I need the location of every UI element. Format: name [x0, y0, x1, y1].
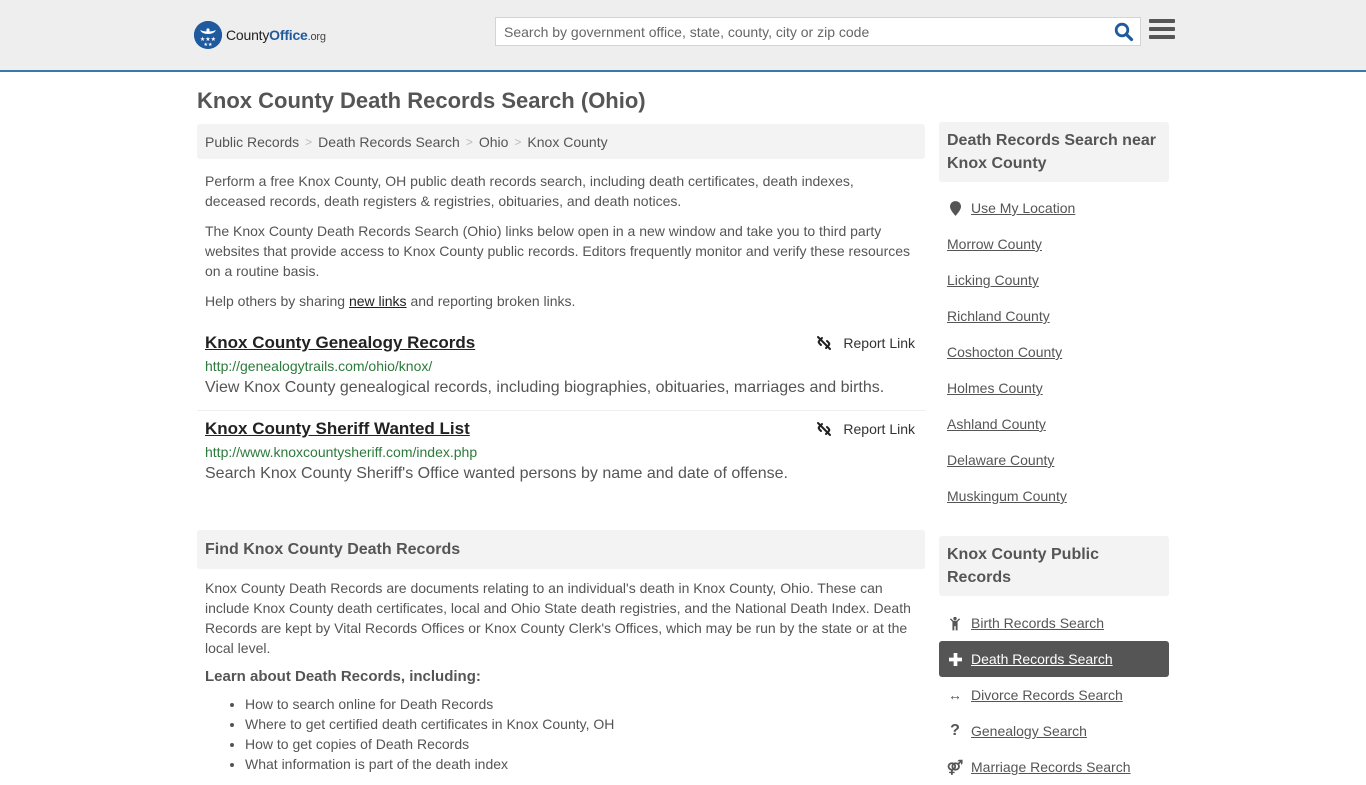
- sidebar-item-genealogy[interactable]: ? Genealogy Search: [939, 713, 1169, 749]
- search-input[interactable]: [496, 18, 1096, 45]
- report-link-button[interactable]: Report Link: [816, 421, 915, 437]
- sidebar-item-county[interactable]: Ashland County: [939, 406, 1169, 442]
- question-icon: ?: [950, 722, 960, 739]
- use-my-location-item[interactable]: Use My Location: [939, 190, 1169, 226]
- sidebar-item-marriage-records[interactable]: ⚤ Marriage Records Search: [939, 749, 1169, 785]
- page-title: Knox County Death Records Search (Ohio): [197, 88, 646, 113]
- logo-text: CountyOffice.org: [226, 27, 326, 43]
- breadcrumb-ohio[interactable]: Ohio: [479, 134, 509, 150]
- intro-paragraph-1: Perform a free Knox County, OH public de…: [205, 173, 854, 209]
- find-records-heading: Find Knox County Death Records: [197, 530, 925, 569]
- sidebar-nearby-heading: Death Records Search near Knox County: [939, 122, 1169, 182]
- record-item: Knox County Sheriff Wanted List http://w…: [197, 411, 925, 496]
- record-description: View Knox County genealogical records, i…: [205, 379, 885, 396]
- breadcrumb-separator: >: [465, 134, 473, 149]
- marriage-icon: ⚤: [946, 758, 964, 775]
- record-title-link[interactable]: Knox County Sheriff Wanted List: [205, 419, 470, 439]
- svg-text:★★: ★★: [204, 42, 213, 48]
- site-header: ★★★ ★★ CountyOffice.org: [0, 0, 1366, 72]
- logo-eagle-icon: ★★★ ★★: [194, 21, 222, 49]
- broken-link-icon: [817, 336, 832, 350]
- plus-icon: [947, 652, 963, 666]
- learn-list-item: Where to get certified death certificate…: [245, 714, 925, 734]
- search-box: [495, 17, 1141, 46]
- sidebar-item-death-records[interactable]: Death Records Search: [939, 641, 1169, 677]
- intro-text: Perform a free Knox County, OH public de…: [197, 171, 925, 311]
- learn-list-item: How to search online for Death Records: [245, 694, 925, 714]
- breadcrumb-death-records-search[interactable]: Death Records Search: [318, 134, 460, 150]
- breadcrumb-separator: >: [514, 134, 522, 149]
- hamburger-menu-icon[interactable]: [1149, 19, 1175, 43]
- sidebar-nearby: Death Records Search near Knox County Us…: [939, 122, 1169, 514]
- learn-list: How to search online for Death Records W…: [197, 694, 925, 774]
- sidebar-item-divorce-records[interactable]: ↔ Divorce Records Search: [939, 677, 1169, 713]
- learn-list-item: What information is part of the death in…: [245, 754, 925, 774]
- intro-paragraph-2: The Knox County Death Records Search (Oh…: [205, 223, 911, 279]
- sidebar-public-records-heading: Knox County Public Records: [939, 536, 1169, 596]
- breadcrumb: Public Records > Death Records Search > …: [197, 124, 925, 159]
- record-description: Search Knox County Sheriff's Office want…: [205, 465, 788, 482]
- child-icon: [947, 616, 963, 631]
- sidebar-item-county[interactable]: Holmes County: [939, 370, 1169, 406]
- breadcrumb-knox-county[interactable]: Knox County: [527, 134, 607, 150]
- sidebar-public-records: Knox County Public Records Birth Records…: [939, 536, 1169, 785]
- main-content: Public Records > Death Records Search > …: [197, 124, 925, 774]
- record-title-link[interactable]: Knox County Genealogy Records: [205, 333, 475, 353]
- record-url: http://genealogytrails.com/ohio/knox/: [205, 358, 433, 374]
- nearby-county-list: Use My Location Morrow County Licking Co…: [939, 190, 1169, 514]
- sidebar-item-county[interactable]: Coshocton County: [939, 334, 1169, 370]
- sidebar-item-birth-records[interactable]: Birth Records Search: [939, 605, 1169, 641]
- public-records-list: Birth Records Search Death Records Searc…: [939, 605, 1169, 785]
- sidebar-item-county[interactable]: Morrow County: [939, 226, 1169, 262]
- arrows-horizontal-icon: ↔: [948, 687, 962, 703]
- breadcrumb-separator: >: [305, 134, 313, 149]
- new-links-link[interactable]: new links: [349, 293, 407, 309]
- site-logo[interactable]: ★★★ ★★ CountyOffice.org: [194, 20, 326, 50]
- sidebar-item-county[interactable]: Richland County: [939, 298, 1169, 334]
- learn-heading: Learn about Death Records, including:: [205, 668, 481, 685]
- search-icon[interactable]: [1114, 22, 1134, 42]
- map-marker-icon: [947, 200, 963, 216]
- sidebar-item-county[interactable]: Licking County: [939, 262, 1169, 298]
- sidebar-item-county[interactable]: Muskingum County: [939, 478, 1169, 514]
- sidebar-item-county[interactable]: Delaware County: [939, 442, 1169, 478]
- intro-paragraph-3: Help others by sharing new links and rep…: [205, 293, 576, 309]
- use-my-location-link[interactable]: Use My Location: [971, 200, 1075, 216]
- report-link-button[interactable]: Report Link: [816, 335, 915, 351]
- find-records-body: Knox County Death Records are documents …: [205, 580, 911, 656]
- learn-list-item: How to get copies of Death Records: [245, 734, 925, 754]
- broken-link-icon: [817, 422, 832, 436]
- record-item: Knox County Genealogy Records http://gen…: [197, 325, 925, 411]
- record-url: http://www.knoxcountysheriff.com/index.p…: [205, 444, 478, 460]
- breadcrumb-public-records[interactable]: Public Records: [205, 134, 299, 150]
